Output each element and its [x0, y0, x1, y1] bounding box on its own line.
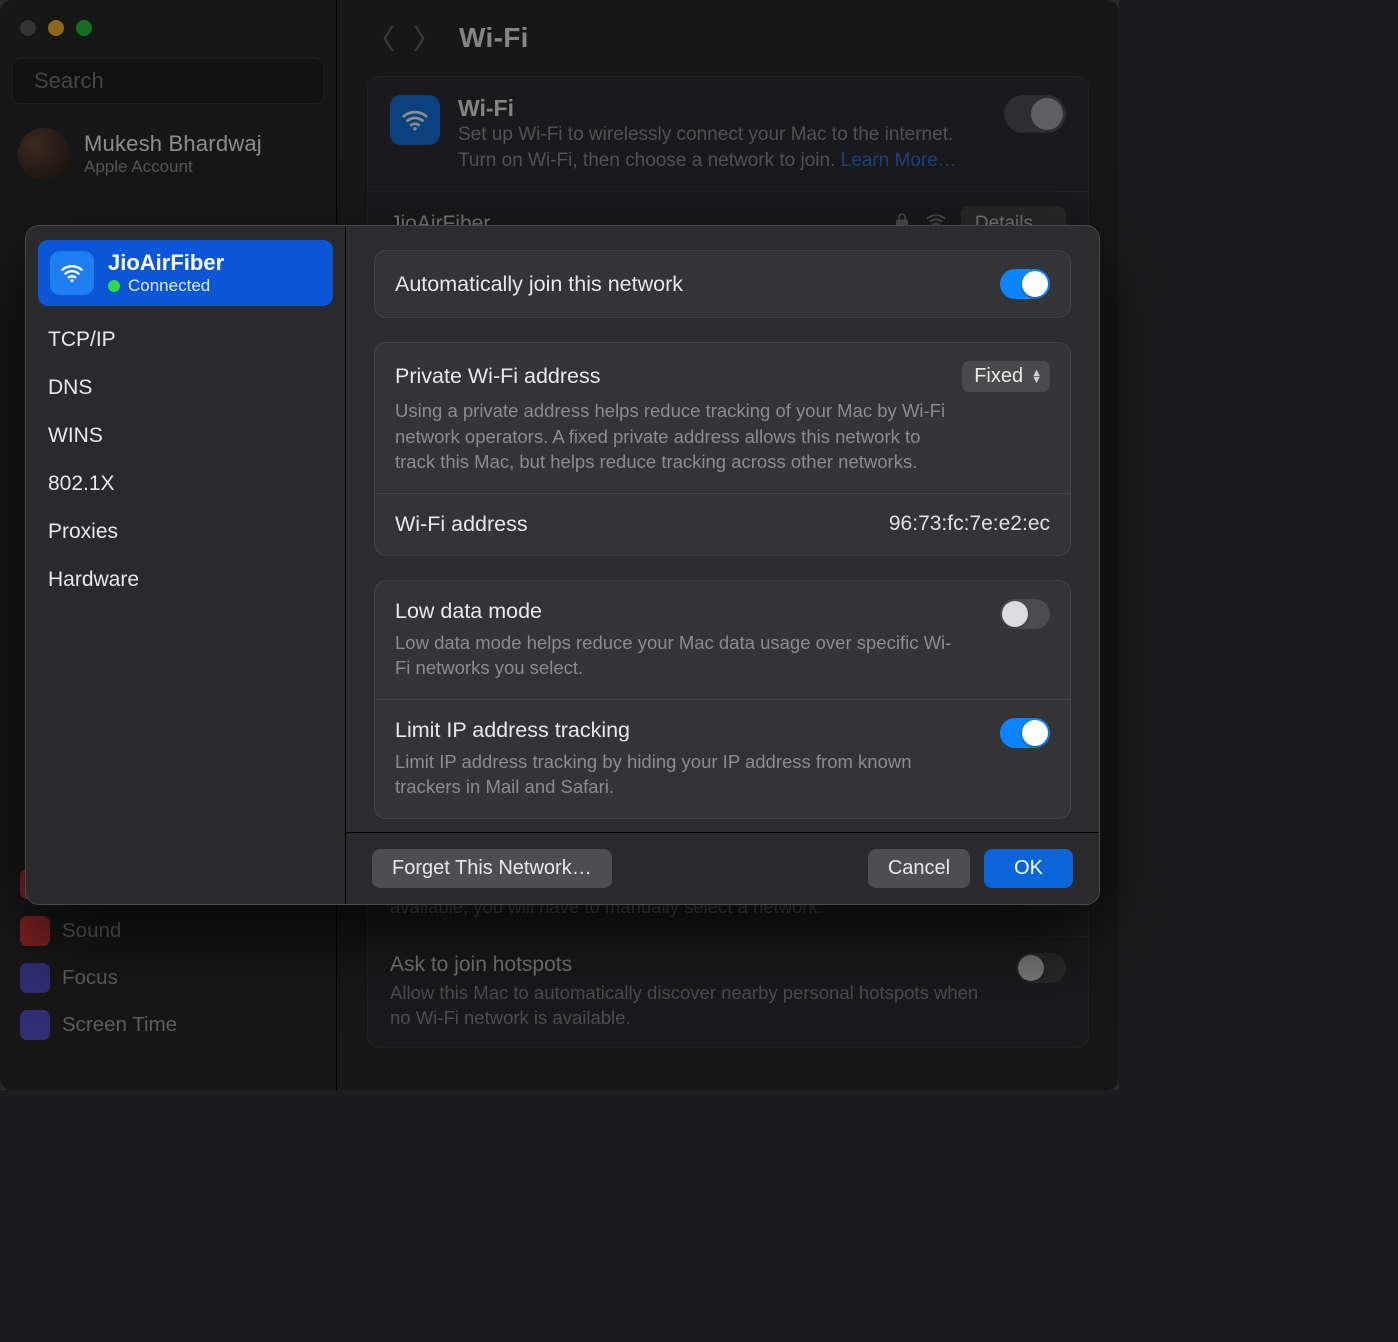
cancel-button[interactable]: Cancel [868, 849, 970, 888]
forget-network-button[interactable]: Forget This Network… [372, 849, 612, 888]
low-data-mode-toggle[interactable] [1000, 599, 1050, 629]
sheet-network-status: Connected [108, 276, 224, 296]
limit-ip-tracking-toggle[interactable] [1000, 718, 1050, 748]
wifi-icon [50, 251, 94, 295]
limit-ip-tracking-description: Limit IP address tracking by hiding your… [395, 749, 955, 800]
network-details-sheet: JioAirFiber Connected TCP/IP DNS WINS 80… [25, 225, 1100, 905]
low-data-mode-description: Low data mode helps reduce your Mac data… [395, 630, 955, 681]
low-data-mode-title: Low data mode [395, 599, 984, 624]
tab-wins[interactable]: WINS [38, 414, 333, 458]
sheet-network-name: JioAirFiber [108, 250, 224, 276]
sheet-footer: Forget This Network… Cancel OK [346, 832, 1099, 904]
auto-join-group: Automatically join this network [374, 250, 1071, 318]
private-address-title: Private Wi-Fi address [395, 364, 962, 389]
ok-button[interactable]: OK [984, 849, 1073, 888]
tab-proxies[interactable]: Proxies [38, 510, 333, 554]
tab-8021x[interactable]: 802.1X [38, 462, 333, 506]
wifi-address-label: Wi-Fi address [395, 512, 873, 537]
sheet-scroll-area[interactable]: Automatically join this network Private … [346, 226, 1099, 832]
private-address-select[interactable]: Fixed ▲▼ [962, 361, 1050, 392]
auto-join-label: Automatically join this network [395, 272, 984, 297]
sheet-main: Automatically join this network Private … [346, 226, 1099, 904]
private-address-group: Private Wi-Fi address Fixed ▲▼ Using a p… [374, 342, 1071, 556]
sheet-network-header[interactable]: JioAirFiber Connected [38, 240, 333, 306]
tab-hardware[interactable]: Hardware [38, 558, 333, 602]
sheet-sidebar: JioAirFiber Connected TCP/IP DNS WINS 80… [26, 226, 346, 904]
tab-dns[interactable]: DNS [38, 366, 333, 410]
tab-tcpip[interactable]: TCP/IP [38, 318, 333, 362]
chevron-updown-icon: ▲▼ [1031, 370, 1042, 384]
status-dot-icon [108, 280, 120, 292]
system-settings-window: Mukesh Bhardwaj Apple Account Notificati… [0, 0, 1119, 1090]
wifi-address-value: 96:73:fc:7e:e2:ec [889, 512, 1050, 536]
limit-ip-tracking-title: Limit IP address tracking [395, 718, 984, 743]
private-address-description: Using a private address helps reduce tra… [395, 398, 955, 475]
auto-join-toggle[interactable] [1000, 269, 1050, 299]
data-mode-group: Low data mode Low data mode helps reduce… [374, 580, 1071, 819]
